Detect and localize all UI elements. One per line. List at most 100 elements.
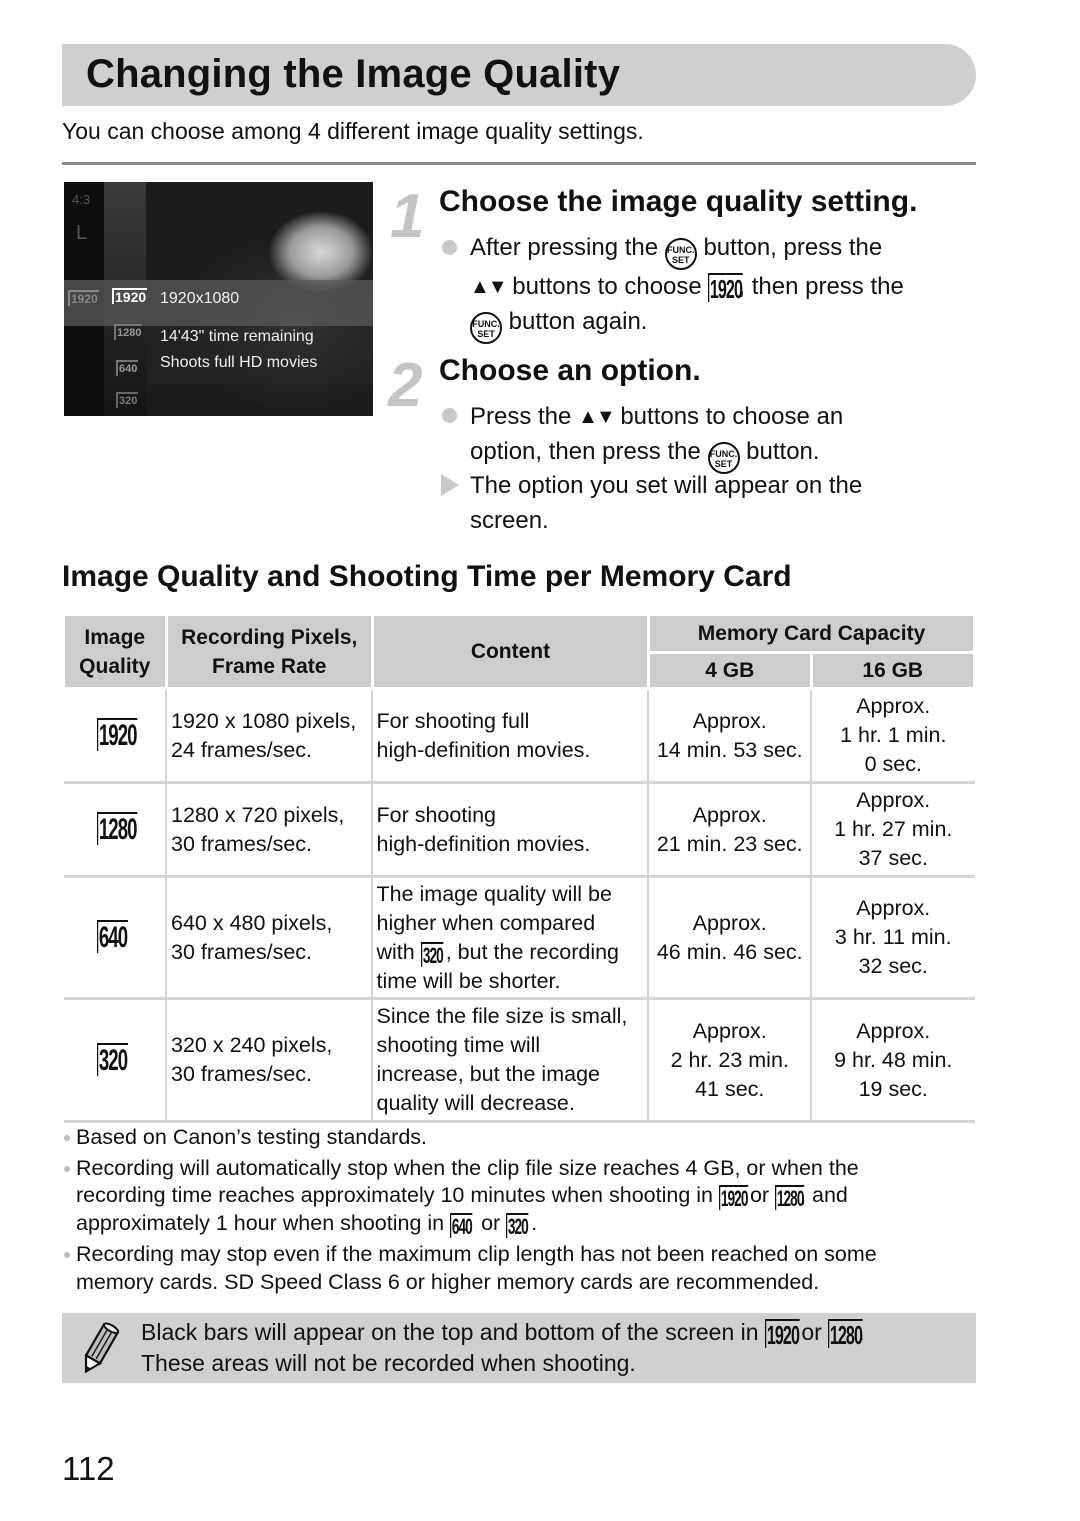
- capacity-16gb-cell: Approx. 1 hr. 1 min. 0 sec.: [810, 688, 975, 784]
- table-row: 640 640 x 480 pixels, 30 frames/sec. The …: [63, 876, 975, 1000]
- menu-quality-icon-640[interactable]: 640: [116, 360, 139, 376]
- up-down-arrows-icon: ▲▼: [578, 406, 616, 428]
- quality-1280-icon: 1280: [97, 812, 138, 846]
- aspect-ratio-label: 4:3: [72, 192, 91, 207]
- step-number-1: 1: [390, 182, 425, 251]
- capacity-4gb-cell: Approx. 21 min. 23 sec.: [647, 782, 812, 878]
- text: option, then press the: [470, 437, 701, 465]
- quality-1920-icon: 1920: [708, 273, 743, 304]
- content-cell: For shooting high-definition movies.: [371, 782, 650, 878]
- quality-320-icon: 320: [97, 1042, 128, 1077]
- pixels-cell: 1280 x 720 pixels, 30 frames/sec.: [165, 782, 374, 878]
- capacity-16gb-cell: Approx. 3 hr. 11 min. 32 sec.: [810, 876, 975, 1000]
- result-arrow-icon: [441, 474, 459, 496]
- text: approximately 1 hour when shooting in: [76, 1211, 445, 1235]
- capacity-16gb-cell: Approx. 9 hr. 48 min. 19 sec.: [810, 998, 975, 1123]
- step-1-instruction: After pressing the FUNC. SET button, pres…: [470, 231, 980, 344]
- bullet-dot: [64, 1135, 70, 1141]
- divider: [62, 162, 976, 165]
- header-content: Content: [370, 613, 650, 690]
- func-set-button-icon: FUNC. SET: [664, 238, 697, 270]
- table-row: 320 320 x 240 pixels, 30 frames/sec. Sinc…: [63, 998, 975, 1123]
- text: Based on Canon’s testing standards.: [76, 1125, 428, 1149]
- capacity-4gb-cell: Approx. 46 min. 46 sec.: [647, 876, 812, 1000]
- pixels-cell: 640 x 480 pixels, 30 frames/sec.: [165, 876, 374, 1000]
- text: button.: [746, 437, 820, 465]
- left-quality-icon: 1920: [68, 290, 99, 306]
- text: screen.: [470, 506, 549, 534]
- note-item: Recording will automatically stop when t…: [62, 1155, 976, 1239]
- header-memory-card-capacity: Memory Card Capacity: [646, 613, 977, 654]
- bullet-dot: [442, 408, 457, 423]
- text: or: [749, 1183, 770, 1207]
- section-heading: Image Quality and Shooting Time per Memo…: [62, 560, 792, 593]
- text: buttons to choose an: [620, 403, 844, 430]
- page-title: Changing the Image Quality: [86, 52, 621, 96]
- memo-text: Black bars will appear on the top and bo…: [141, 1317, 865, 1379]
- header-image-quality: Image Quality: [62, 613, 168, 690]
- camera-screen-image: 4:3 L 1920 1920 1280 640 320 1920x1080 1…: [64, 182, 373, 416]
- step-1-title: Choose the image quality setting.: [439, 185, 918, 218]
- text: The option you set will appear on the: [470, 472, 863, 499]
- time-remaining-label: 14'43" time remaining: [160, 328, 314, 345]
- quality-320-icon: 320: [506, 1213, 529, 1239]
- quality-1920-icon: 1920: [97, 718, 138, 752]
- quality-1920-icon: 1920: [764, 1319, 800, 1350]
- func-set-button-icon: FUNC. SET: [470, 311, 502, 344]
- bullet-dot: [64, 1252, 70, 1258]
- capacity-4gb-cell: Approx. 14 min. 53 sec.: [647, 688, 812, 784]
- option-description: Shoots full HD movies: [160, 354, 318, 371]
- text: Black bars will appear on the top and bo…: [141, 1319, 759, 1345]
- text: Recording will automatically stop when t…: [76, 1155, 859, 1180]
- step-2-title: Choose an option.: [439, 354, 701, 387]
- bullet-dot: [442, 240, 457, 255]
- table-row: 1280 1280 x 720 pixels, 30 frames/sec. Fo…: [63, 782, 975, 878]
- header-recording-pixels: Recording Pixels, Frame Rate: [164, 613, 374, 690]
- text: recording time reaches approximately 10 …: [76, 1183, 713, 1207]
- text: button, press the: [703, 234, 883, 261]
- quality-320-icon: 320: [420, 941, 443, 968]
- pencil-icon: [84, 1322, 120, 1374]
- pixels-cell: 320 x 240 pixels, 30 frames/sec.: [165, 998, 374, 1123]
- content-cell: For shooting full high-definition movies.: [371, 688, 650, 784]
- quality-table: Image Quality Recording Pixels, Frame Rate…: [62, 613, 977, 1123]
- page-number: 112: [62, 1450, 115, 1487]
- step-number-2: 2: [388, 351, 423, 420]
- quality-1280-icon: 1280: [775, 1185, 804, 1211]
- menu-quality-icon-1920[interactable]: 1920: [112, 288, 148, 304]
- note-item: Based on Canon’s testing standards.: [62, 1124, 976, 1152]
- text: Recording may stop even if the maximum c…: [76, 1242, 877, 1266]
- text: Press the: [470, 403, 572, 430]
- quality-1280-icon: 1280: [828, 1319, 863, 1350]
- note-item: Recording may stop even if the maximum c…: [62, 1241, 976, 1296]
- text: .: [531, 1211, 538, 1235]
- text: , then press the: [738, 273, 904, 300]
- up-down-arrows-icon: ▲▼: [470, 276, 508, 298]
- size-label: L: [76, 222, 88, 244]
- step-2-result: The option you set will appear on the sc…: [470, 469, 980, 538]
- bullet-dot: [64, 1165, 70, 1172]
- header-16gb: 16 GB: [809, 651, 976, 690]
- menu-quality-icon-320[interactable]: 320: [116, 392, 139, 408]
- menu-quality-icon-1280[interactable]: 1280: [114, 324, 143, 340]
- quality-640-icon: 640: [97, 920, 128, 954]
- content-cell: Since the file size is small, shooting ti…: [371, 998, 650, 1123]
- content-cell: The image quality will be higher when co…: [371, 876, 650, 1000]
- intro-text: You can choose among 4 different image q…: [62, 118, 644, 144]
- table-row: 1920 1920 x 1080 pixels, 24 frames/sec. F…: [63, 688, 975, 784]
- step-2-instruction: Press the ▲▼ buttons to choose an option…: [470, 400, 980, 474]
- header-4gb: 4 GB: [646, 651, 813, 690]
- text: or: [801, 1319, 822, 1345]
- pixels-cell: 1920 x 1080 pixels, 24 frames/sec.: [165, 688, 374, 784]
- text: memory cards. SD Speed Class 6 or higher…: [76, 1269, 820, 1294]
- text: or: [481, 1211, 501, 1235]
- quality-640-icon: 640: [450, 1213, 473, 1239]
- selected-option-label: 1920x1080: [160, 290, 240, 307]
- text: button again.: [508, 307, 648, 335]
- text: buttons to choose: [512, 273, 702, 300]
- text: After pressing the: [470, 234, 659, 261]
- footnotes: Based on Canon’s testing standards. Reco…: [62, 1124, 976, 1299]
- quality-1920-icon: 1920: [718, 1185, 748, 1211]
- capacity-4gb-cell: Approx. 2 hr. 23 min. 41 sec.: [647, 998, 812, 1123]
- text: These areas will not be recorded when sh…: [141, 1350, 636, 1376]
